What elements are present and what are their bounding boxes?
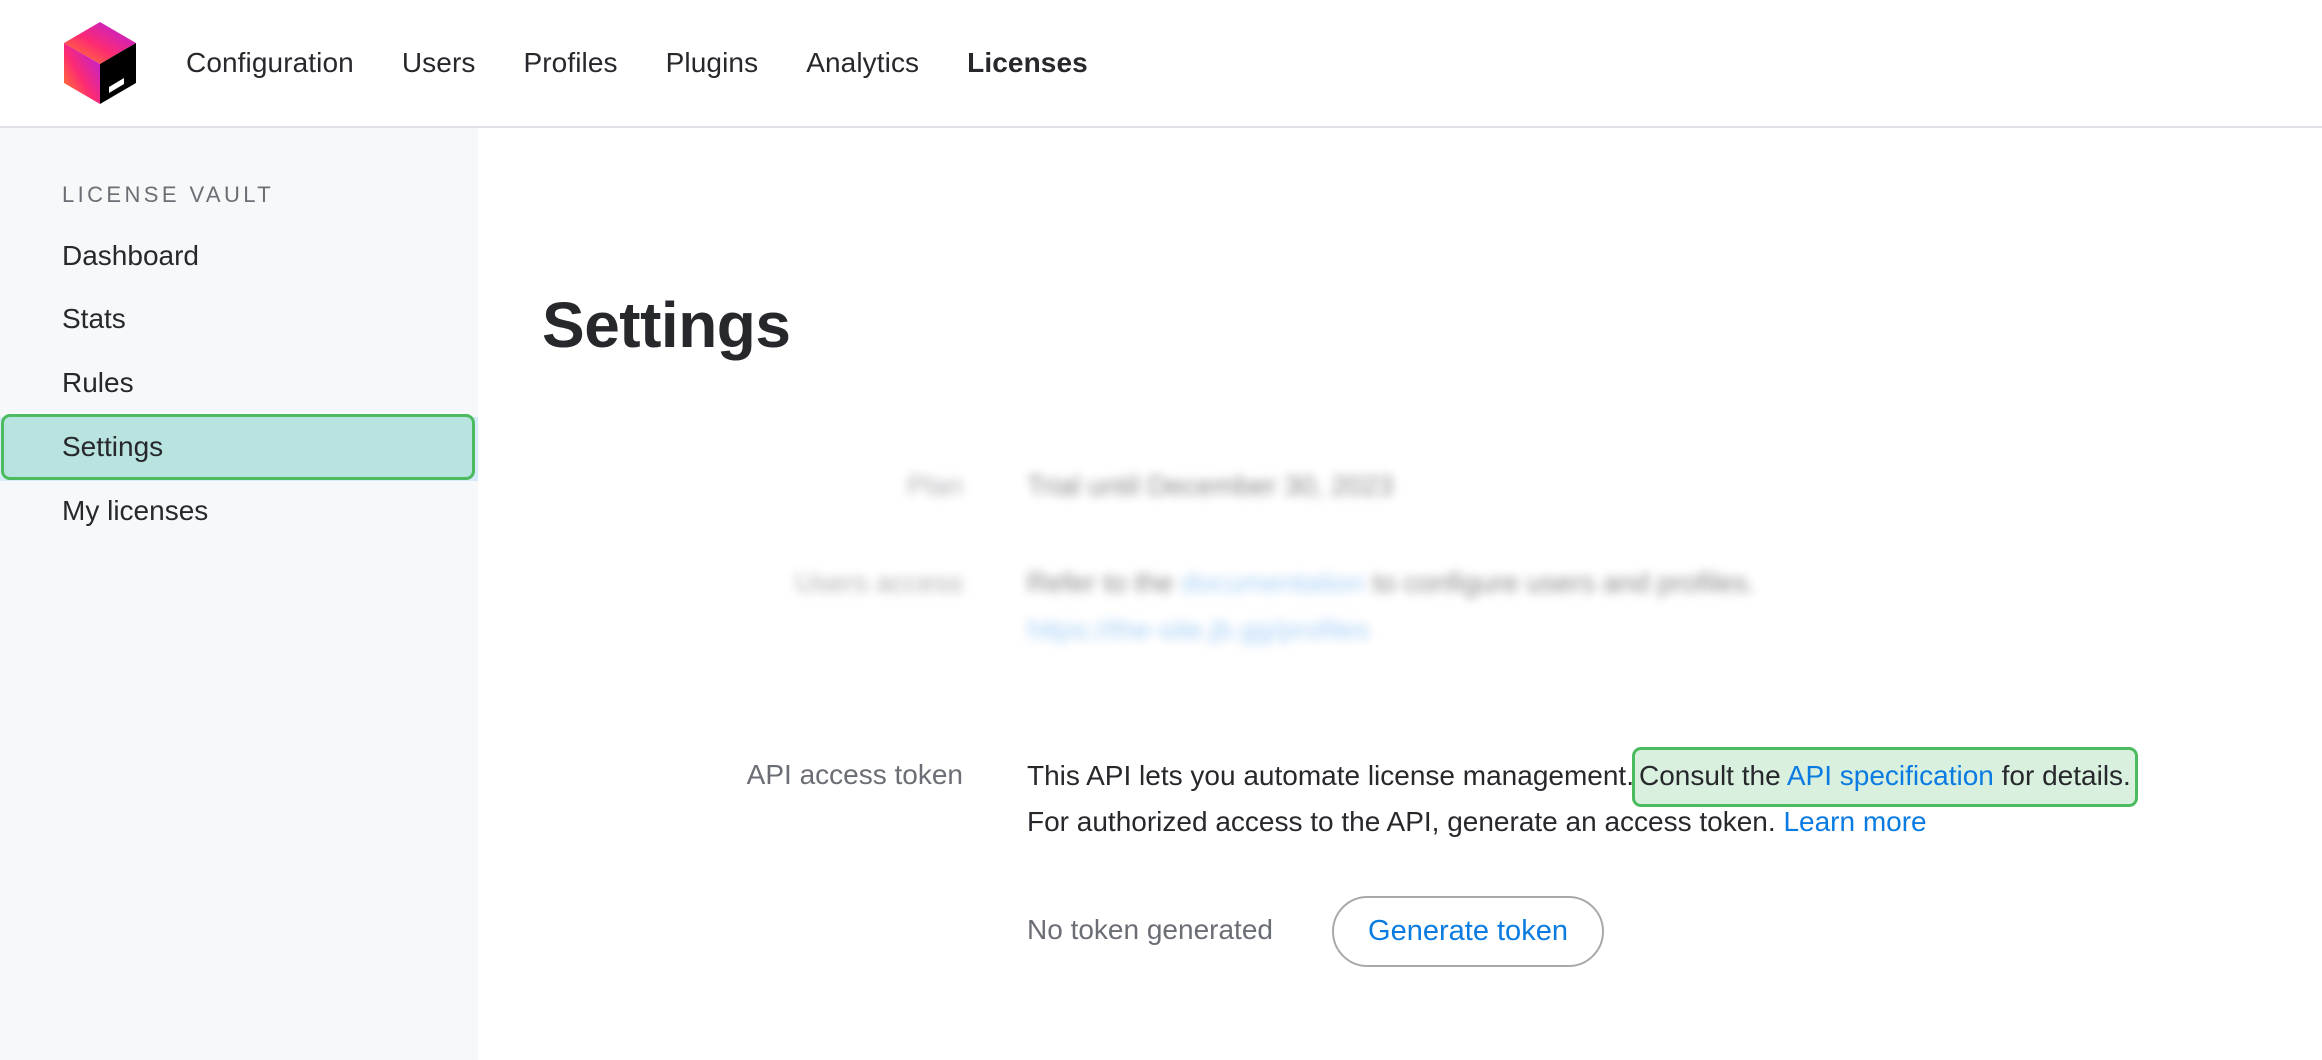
users-access-text-after: to configure users and profiles.	[1364, 567, 1756, 598]
top-header: Configuration Users Profiles Plugins Ana…	[0, 0, 2322, 128]
api-description-line-1: This API lets you automate license manag…	[1027, 747, 2138, 807]
nav-configuration[interactable]: Configuration	[186, 47, 354, 79]
nav-analytics[interactable]: Analytics	[806, 47, 919, 79]
sidebar-item-rules[interactable]: Rules	[0, 351, 478, 415]
api-spec-callout: Consult the API specification for detail…	[1632, 747, 2138, 807]
main-nav: Configuration Users Profiles Plugins Ana…	[186, 0, 1136, 126]
sidebar-item-dashboard[interactable]: Dashboard	[0, 224, 478, 288]
sidebar: LICENSE VAULT Dashboard Stats Rules Sett…	[0, 128, 478, 1060]
generate-token-button[interactable]: Generate token	[1332, 896, 1604, 967]
plan-value: Trial until December 30, 2023	[1027, 470, 1394, 501]
sidebar-heading: LICENSE VAULT	[62, 182, 275, 207]
callout-text-after: for details.	[1993, 760, 2131, 791]
nav-plugins[interactable]: Plugins	[666, 47, 759, 79]
nav-licenses[interactable]: Licenses	[967, 47, 1088, 79]
main-content: Settings Plan Trial until December 30, 2…	[478, 128, 2322, 1060]
profiles-url-link[interactable]: https://the-site.jb.gg/profiles	[1027, 614, 1369, 646]
api-specification-link[interactable]: API specification	[1787, 760, 1994, 791]
callout-text-before: Consult the	[1639, 760, 1787, 791]
api-auth-text: For authorized access to the API, genera…	[1027, 806, 1784, 837]
users-access-description: Refer to the documentation to configure …	[1027, 567, 1755, 599]
learn-more-link[interactable]: Learn more	[1783, 806, 1926, 837]
nav-profiles[interactable]: Profiles	[523, 47, 617, 79]
nav-users[interactable]: Users	[402, 47, 476, 79]
api-token-label: API access token	[746, 759, 963, 790]
token-status: No token generated	[1027, 914, 1273, 945]
product-logo-icon[interactable]	[62, 20, 138, 106]
api-description-text: This API lets you automate license manag…	[1027, 760, 1634, 791]
users-access-text-before: Refer to the	[1027, 567, 1182, 598]
documentation-link[interactable]: documentation	[1181, 567, 1365, 598]
sidebar-item-my-licenses[interactable]: My licenses	[0, 479, 478, 543]
api-token-row: API access token	[478, 128, 963, 1060]
sidebar-item-settings[interactable]: Settings	[1, 414, 475, 480]
sidebar-item-stats[interactable]: Stats	[0, 287, 478, 351]
api-description-line-2: For authorized access to the API, genera…	[1027, 806, 1927, 838]
